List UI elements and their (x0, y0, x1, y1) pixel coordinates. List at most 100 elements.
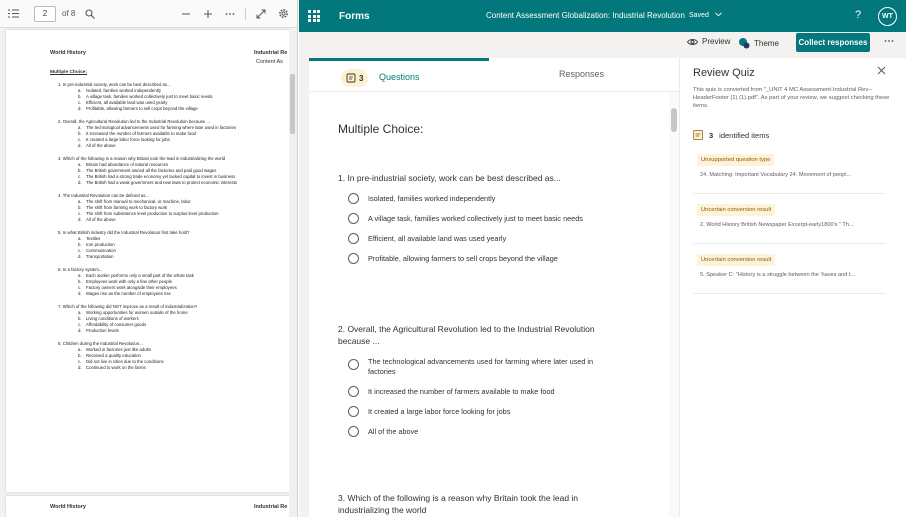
pdf-option-text: All of the above (86, 143, 116, 149)
form-scrollbar-thumb[interactable] (671, 108, 677, 132)
radio-button[interactable] (348, 213, 359, 224)
forms-app: Forms Content Assessment Globalization: … (299, 0, 906, 517)
pdf-option-text: All of the above (86, 217, 116, 223)
pdf-scrollbar-thumb[interactable] (290, 74, 295, 134)
pdf-option-letter: d. (78, 106, 82, 112)
pdf-option-text: Each worker performs only a small part o… (86, 272, 194, 278)
question-card[interactable]: 3. Which of the following is a reason wh… (338, 492, 608, 516)
question-stem: 3. Which of the following is a reason wh… (338, 493, 579, 515)
pdf-option-text: Profitable, allowing farmers to sell cro… (86, 106, 198, 112)
pdf-option-letter: d. (78, 328, 82, 334)
pdf-option-text: Working opportunities for women outside … (86, 309, 188, 315)
command-bar: Preview Theme Collect responses (299, 32, 906, 54)
tab-responses[interactable]: Responses (489, 58, 669, 92)
radio-button[interactable] (348, 426, 359, 437)
pdf-option: d. Production levels (58, 328, 288, 334)
pdf-option-letter: d. (78, 180, 82, 186)
collect-responses-button[interactable]: Collect responses (796, 33, 870, 52)
eye-icon (687, 38, 698, 45)
pdf-option: d. The British had a weak government and … (58, 180, 288, 186)
pdf-option-letter: d. (78, 217, 82, 223)
choice-option[interactable]: It created a large labor force looking f… (338, 406, 618, 417)
zoom-in-icon[interactable] (201, 7, 215, 21)
pdf-option-text: Employees work with only a few other peo… (86, 279, 172, 285)
pdf-toolbar: 2 of 8 (0, 0, 297, 28)
radio-button[interactable] (348, 253, 359, 264)
choice-label: Isolated, families worked independently (368, 194, 496, 203)
review-item[interactable]: Unsupported question type 24. Matching: … (693, 154, 886, 194)
choice-label: The technological advancements used for … (368, 357, 594, 376)
more-options-icon[interactable] (223, 7, 237, 21)
fit-page-icon[interactable] (254, 7, 268, 21)
identified-items-summary: 3 identified items (693, 130, 769, 140)
question-count: 3 (359, 73, 364, 83)
pdf-option-text: The shift from farming work to factory w… (86, 205, 168, 211)
pdf-option-text: A village task, families worked collecti… (86, 94, 213, 100)
preview-button[interactable]: Preview (687, 37, 730, 46)
search-icon[interactable] (83, 7, 97, 21)
app-window: 2 of 8 World History Industrial Re Conte… (0, 0, 906, 517)
pdf-option-text: Did not live in cities due to the condit… (86, 359, 164, 365)
more-options-icon[interactable] (884, 35, 894, 45)
review-item[interactable]: Uncertain conversion result 5. Speaker C… (693, 254, 886, 294)
pdf-option-text: The technological advancements used for … (86, 125, 236, 131)
radio-button[interactable] (348, 386, 359, 397)
question-count-badge: 3 (341, 69, 369, 87)
pdf-scrollbar[interactable] (289, 30, 296, 517)
pdf-section-title: Multiple Choice: (50, 70, 88, 75)
pdf-question: 5. In what British industry did the Indu… (58, 230, 288, 260)
issue-tag: Uncertain conversion result (697, 204, 776, 216)
form-scrollbar[interactable] (669, 92, 679, 517)
app-name[interactable]: Forms (339, 11, 370, 22)
identified-count: 3 (709, 130, 714, 140)
zoom-out-icon[interactable] (179, 7, 193, 21)
review-item[interactable]: Uncertain conversion result 2. World His… (693, 204, 886, 244)
theme-button[interactable]: Theme (738, 37, 779, 49)
form-title[interactable]: Content Assessment Globalization: Indust… (486, 11, 685, 20)
pdf-viewer: 2 of 8 World History Industrial Re Conte… (0, 0, 298, 517)
issue-text: 2. World History British Newspaper Excer… (700, 222, 854, 228)
pdf-option-text: Britain had abundance of natural resourc… (86, 162, 169, 168)
section-title[interactable]: Multiple Choice: (338, 122, 423, 136)
pdf-option: d. Wages rise as the number of employees … (58, 291, 288, 297)
choice-option[interactable]: Profitable, allowing farmers to sell cro… (338, 253, 638, 264)
choice-option[interactable]: Isolated, families worked independently (338, 193, 638, 204)
tab-responses-label: Responses (559, 69, 605, 79)
radio-button[interactable] (348, 193, 359, 204)
settings-icon[interactable] (276, 7, 290, 21)
help-icon[interactable]: ? (855, 9, 861, 21)
close-icon[interactable] (877, 66, 886, 78)
pdf-option: d. All of the above (58, 143, 288, 149)
pdf-question: 7. Which of the following did NOT improv… (58, 304, 288, 334)
radio-button[interactable] (348, 406, 359, 417)
pdf-question: 2. Overall, the Agricultural Revolution … (58, 119, 288, 149)
pdf-header-right: Industrial Re (254, 50, 288, 56)
tab-questions-label: Questions (379, 72, 420, 82)
review-title: Review Quiz (693, 67, 755, 79)
question-card[interactable]: 1. In pre-industrial society, work can b… (338, 172, 638, 264)
save-status[interactable]: Saved (689, 12, 722, 19)
pdf-option-text: Transportation (86, 254, 114, 260)
choice-option[interactable]: It increased the number of farmers avail… (338, 386, 618, 397)
choice-option[interactable]: Efficient, all available land was used y… (338, 233, 638, 244)
radio-button[interactable] (348, 359, 359, 370)
choice-option[interactable]: All of the above (338, 426, 618, 437)
table-of-contents-icon[interactable] (6, 7, 20, 21)
radio-button[interactable] (348, 233, 359, 244)
pdf-option-text: Affordability of consumer goods (86, 322, 147, 328)
choice-option[interactable]: A village task, families worked collecti… (338, 213, 638, 224)
app-launcher-icon[interactable] (308, 10, 320, 22)
pdf-page: World History Industrial Re Content As M… (6, 30, 290, 492)
pdf-option-letter: d. (78, 143, 82, 149)
avatar[interactable]: WT (878, 7, 897, 26)
page-number-input[interactable]: 2 (34, 5, 56, 22)
pdf-option: d. Transportation (58, 254, 288, 260)
choice-option[interactable]: The technological advancements used for … (338, 357, 618, 377)
pdf-option-text: It created a large labor force looking f… (86, 137, 170, 143)
tab-questions[interactable]: 3 Questions (309, 58, 489, 92)
question-card[interactable]: 2. Overall, the Agricultural Revolution … (338, 323, 618, 437)
identified-label: identified items (719, 130, 770, 140)
pdf-option-text: Isolated, families worked independently (86, 88, 162, 94)
pdf-option-text: Iron production (86, 242, 115, 248)
question-stem: 1. In pre-industrial society, work can b… (338, 173, 561, 183)
